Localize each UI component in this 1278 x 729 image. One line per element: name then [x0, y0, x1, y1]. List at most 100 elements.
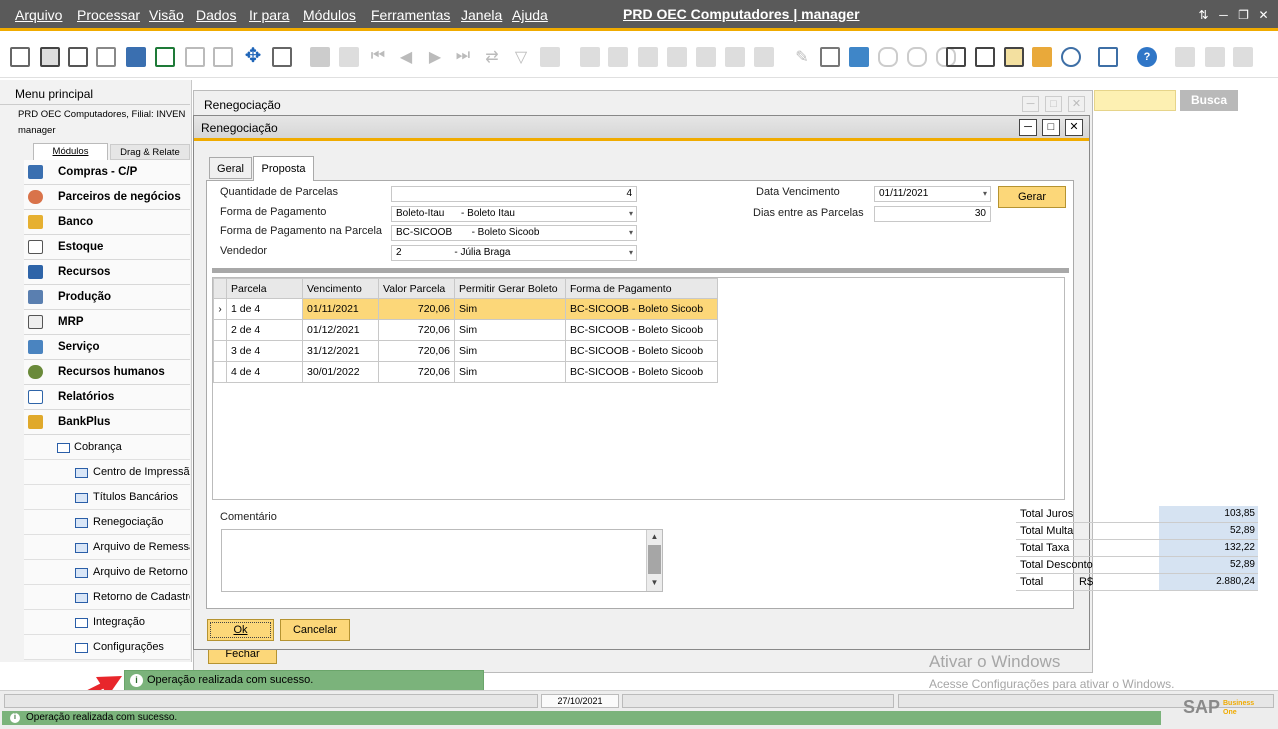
cell-forma[interactable]: BC-SICOOB - Boleto Sicoob — [565, 361, 718, 383]
restore-toolbar-icon[interactable]: ⇅ — [1196, 8, 1211, 22]
module-banco[interactable]: Banco — [24, 210, 190, 235]
search-button[interactable]: Busca — [1180, 90, 1238, 111]
sub-arquivo-remessa[interactable]: Arquivo de Remessa — [24, 535, 190, 560]
forma-pgto-select[interactable]: Boleto-Itau - Boleto Itau ▾ — [391, 206, 637, 222]
cell-vencimento[interactable]: 30/01/2022 — [302, 361, 379, 383]
comentario-textarea[interactable]: ▲ ▼ — [221, 529, 663, 592]
dialog-close-icon[interactable]: ✕ — [1065, 119, 1083, 136]
table-row[interactable]: 2 de 4 01/12/2021 720,06 Sim BC-SICOOB -… — [213, 319, 718, 341]
previous-record-icon[interactable]: ◀ — [396, 47, 416, 67]
col-forma-pagamento[interactable]: Forma de Pagamento — [565, 278, 718, 299]
scroll-up-icon[interactable]: ▲ — [647, 530, 662, 544]
qtd-parcelas-field[interactable]: 4 — [391, 186, 637, 202]
cell-parcela[interactable]: 1 de 4 — [226, 298, 303, 320]
table-row[interactable]: › 1 de 4 01/11/2021 720,06 Sim BC-SICOOB… — [213, 298, 718, 320]
menu-ajuda[interactable]: Ajuda — [512, 7, 548, 23]
minimize-icon[interactable]: ─ — [1216, 8, 1231, 22]
chart-icon[interactable] — [696, 47, 716, 67]
next-record-icon[interactable]: ▶ — [425, 47, 445, 67]
menu-dados[interactable]: Dados — [196, 7, 236, 23]
forma-pgto-parcela-select[interactable]: BC-SICOOB - Boleto Sicoob ▾ — [391, 225, 637, 241]
menu-arquivo[interactable]: Arquivo — [15, 7, 62, 23]
move-icon[interactable]: ✥ — [243, 46, 263, 67]
sub-integracao[interactable]: Integração — [24, 610, 190, 635]
dialog-minimize-icon[interactable]: ─ — [1019, 119, 1037, 136]
module-recursos-humanos[interactable]: Recursos humanos — [24, 360, 190, 385]
cell-parcela[interactable]: 2 de 4 — [226, 319, 303, 341]
excel-icon[interactable] — [155, 47, 175, 67]
tab-drag-relate[interactable]: Drag & Relate — [110, 144, 190, 160]
cell-valor[interactable]: 720,06 — [378, 319, 455, 341]
lock-icon[interactable] — [272, 47, 292, 67]
pdf-icon[interactable] — [213, 47, 233, 67]
tab-geral[interactable]: Geral — [209, 157, 252, 179]
restore-icon[interactable]: ❐ — [1236, 8, 1251, 22]
cell-forma[interactable]: BC-SICOOB - Boleto Sicoob — [565, 298, 718, 320]
cell-forma[interactable]: BC-SICOOB - Boleto Sicoob — [565, 340, 718, 362]
cell-vencimento[interactable]: 31/12/2021 — [302, 340, 379, 362]
find-icon[interactable] — [310, 47, 330, 67]
close-icon[interactable]: ✕ — [1256, 8, 1271, 22]
first-record-icon[interactable]: ⏮ — [368, 47, 388, 67]
fax-icon[interactable] — [126, 47, 146, 67]
module-recursos[interactable]: Recursos — [24, 260, 190, 285]
scrollbar[interactable]: ▲ ▼ — [646, 530, 662, 591]
module-producao[interactable]: Produção — [24, 285, 190, 310]
tab-modulos[interactable]: Módulos — [33, 143, 108, 160]
payment-icon[interactable] — [667, 47, 687, 67]
col-vencimento[interactable]: Vencimento — [302, 278, 379, 299]
chat-icon[interactable] — [907, 47, 927, 67]
gross-profit-icon[interactable] — [725, 47, 745, 67]
edit-icon[interactable]: ✎ — [792, 47, 812, 67]
cell-parcela[interactable]: 3 de 4 — [226, 340, 303, 362]
cell-valor[interactable]: 720,06 — [378, 361, 455, 383]
cell-permitir[interactable]: Sim — [454, 340, 566, 362]
sub-configuracoes[interactable]: Configurações — [24, 635, 190, 660]
menu-processar[interactable]: Processar — [77, 7, 140, 23]
search-input[interactable] — [1094, 90, 1176, 111]
menu-modulos[interactable]: Módulos — [303, 7, 356, 23]
menu-ferramentas[interactable]: Ferramentas — [371, 7, 450, 23]
print-icon[interactable] — [40, 47, 60, 67]
widget-icon[interactable] — [1175, 47, 1195, 67]
filter-icon[interactable]: ▽ — [511, 47, 531, 67]
dashboard-icon[interactable] — [1233, 47, 1253, 67]
module-estoque[interactable]: Estoque — [24, 235, 190, 260]
module-bankplus[interactable]: BankPlus — [24, 410, 190, 435]
cancelar-button[interactable]: Cancelar — [280, 619, 350, 641]
col-valor-parcela[interactable]: Valor Parcela — [378, 278, 455, 299]
sub-arquivo-retorno[interactable]: Arquivo de Retorno — [24, 560, 190, 585]
scroll-thumb[interactable] — [648, 545, 661, 574]
data-vencimento-field[interactable]: 01/11/2021 ▾ — [874, 186, 991, 202]
module-parceiros[interactable]: Parceiros de negócios — [24, 185, 190, 210]
settings-icon[interactable] — [754, 47, 774, 67]
sub-titulos-bancarios[interactable]: Títulos Bancários — [24, 485, 190, 510]
cell-permitir[interactable]: Sim — [454, 361, 566, 383]
message-icon[interactable] — [878, 47, 898, 67]
module-relatorios[interactable]: Relatórios — [24, 385, 190, 410]
base-document-icon[interactable] — [580, 47, 600, 67]
col-parcela[interactable]: Parcela — [226, 278, 303, 299]
back-minimize-icon[interactable]: ─ — [1022, 96, 1039, 112]
journal-icon[interactable] — [638, 47, 658, 67]
back-close-icon[interactable]: ✕ — [1068, 96, 1085, 112]
scroll-down-icon[interactable]: ▼ — [647, 576, 662, 590]
preview-icon[interactable] — [10, 47, 30, 67]
user-icon[interactable] — [1061, 47, 1081, 67]
vendedor-select[interactable]: 2 - Júlia Braga ▾ — [391, 245, 637, 261]
dias-field[interactable]: 30 — [874, 206, 991, 222]
back-maximize-icon[interactable]: □ — [1045, 96, 1062, 112]
add-icon[interactable] — [339, 47, 359, 67]
help-icon[interactable]: ? — [1137, 47, 1157, 67]
cell-forma[interactable]: BC-SICOOB - Boleto Sicoob — [565, 319, 718, 341]
menu-visao[interactable]: Visão — [149, 7, 184, 23]
dialog-maximize-icon[interactable]: □ — [1042, 119, 1060, 136]
module-servico[interactable]: Serviço — [24, 335, 190, 360]
cell-valor[interactable]: 720,06 — [378, 298, 455, 320]
sub-retorno-cadastro[interactable]: Retorno de Cadastro — [24, 585, 190, 610]
menu-janela[interactable]: Janela — [461, 7, 502, 23]
document-settings-icon[interactable] — [820, 47, 840, 67]
calendar-icon[interactable] — [946, 47, 966, 67]
sub-renegociacao[interactable]: Renegociação — [24, 510, 190, 535]
cell-vencimento[interactable]: 01/12/2021 — [302, 319, 379, 341]
